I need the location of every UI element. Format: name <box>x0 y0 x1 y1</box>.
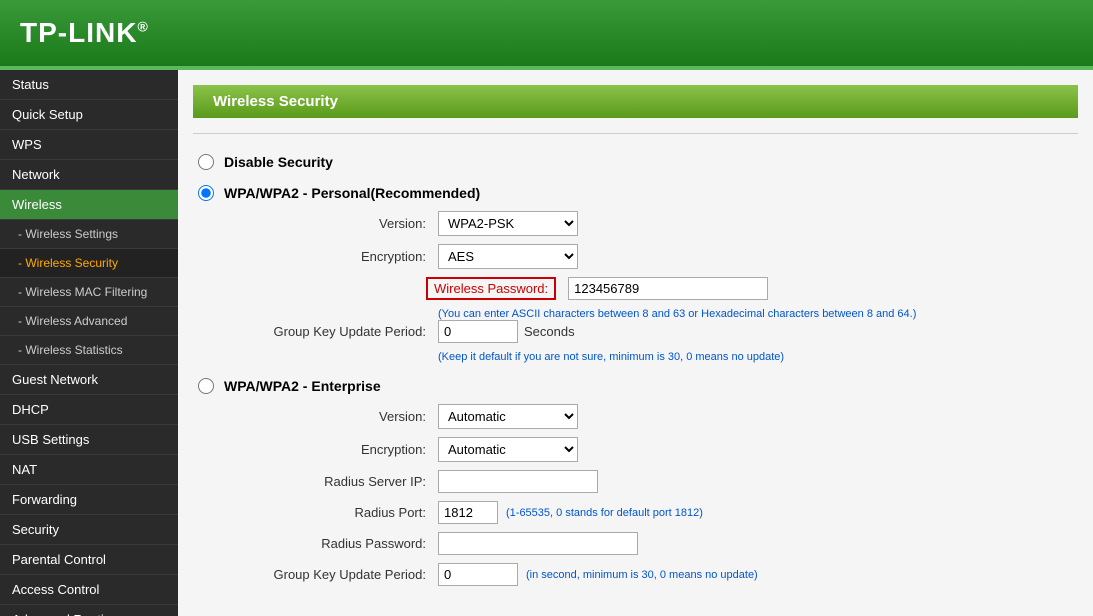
page-title: Wireless Security <box>213 93 338 110</box>
sidebar-item-wireless-mac[interactable]: - Wireless MAC Filtering <box>0 278 178 307</box>
page-title-bar: Wireless Security <box>193 85 1078 118</box>
wpa-enterprise-section: WPA/WPA2 - Enterprise Version: Automatic… <box>198 378 1073 586</box>
divider-top <box>193 133 1078 134</box>
sidebar-item-wireless-security[interactable]: - Wireless Security <box>0 249 178 278</box>
wpa-personal-group-key-row: Group Key Update Period: Seconds <box>198 320 1073 343</box>
wpa-enterprise-group-key-row: Group Key Update Period: (in second, min… <box>198 563 1073 586</box>
radius-port-note: (1-65535, 0 stands for default port 1812… <box>506 507 703 519</box>
sidebar-item-wps[interactable]: WPS <box>0 130 178 160</box>
radius-password-input[interactable] <box>438 532 638 555</box>
wpa-personal-section: WPA/WPA2 - Personal(Recommended) Version… <box>198 185 1073 363</box>
wpa-personal-encryption-row: Encryption: Automatic TKIP AES <box>198 244 1073 269</box>
group-key-note-enterprise: (in second, minimum is 30, 0 means no up… <box>526 569 758 581</box>
group-key-input-enterprise[interactable] <box>438 563 518 586</box>
radius-ip-input[interactable] <box>438 470 598 493</box>
sidebar-item-forwarding[interactable]: Forwarding <box>0 485 178 515</box>
wpa-personal-version-row: Version: Automatic WPA-PSK WPA2-PSK <box>198 211 1073 236</box>
content-body: Disable Security WPA/WPA2 - Personal(Rec… <box>178 144 1093 611</box>
wpa-personal-password-row: Wireless Password: <box>198 277 1073 300</box>
encryption-select-enterprise[interactable]: Automatic TKIP AES <box>438 437 578 462</box>
sidebar-item-guest-network[interactable]: Guest Network <box>0 365 178 395</box>
seconds-label: Seconds <box>524 324 575 339</box>
version-label-personal: Version: <box>238 216 438 231</box>
radius-ip-row: Radius Server IP: <box>198 470 1073 493</box>
sidebar-item-dhcp[interactable]: DHCP <box>0 395 178 425</box>
sidebar-item-network[interactable]: Network <box>0 160 178 190</box>
encryption-label-personal: Encryption: <box>238 249 438 264</box>
version-select-enterprise[interactable]: Automatic WPA WPA2 <box>438 404 578 429</box>
version-label-enterprise: Version: <box>238 409 438 424</box>
encryption-label-enterprise: Encryption: <box>238 442 438 457</box>
main-layout: Status Quick Setup WPS Network Wireless … <box>0 70 1093 616</box>
wpa-enterprise-encryption-row: Encryption: Automatic TKIP AES <box>198 437 1073 462</box>
wireless-password-input[interactable] <box>568 277 768 300</box>
sidebar-item-wireless-advanced[interactable]: - Wireless Advanced <box>0 307 178 336</box>
group-key-note-personal: (Keep it default if you are not sure, mi… <box>198 351 1073 363</box>
sidebar-item-wireless-settings[interactable]: - Wireless Settings <box>0 220 178 249</box>
header: TP-LINK® <box>0 0 1093 70</box>
group-key-label-enterprise: Group Key Update Period: <box>238 567 438 582</box>
disable-security-label[interactable]: Disable Security <box>198 154 1073 170</box>
sidebar-item-wireless-stats[interactable]: - Wireless Statistics <box>0 336 178 365</box>
logo: TP-LINK® <box>20 17 149 49</box>
wpa-enterprise-radio[interactable] <box>198 378 214 394</box>
wpa-personal-radio[interactable] <box>198 185 214 201</box>
content-area: Wireless Security Disable Security WPA/W… <box>178 70 1093 616</box>
sidebar-item-security[interactable]: Security <box>0 515 178 545</box>
radius-port-row: Radius Port: (1-65535, 0 stands for defa… <box>198 501 1073 524</box>
wpa-personal-label[interactable]: WPA/WPA2 - Personal(Recommended) <box>198 185 1073 201</box>
radius-ip-label: Radius Server IP: <box>238 474 438 489</box>
disable-security-radio[interactable] <box>198 154 214 170</box>
sidebar-item-wireless[interactable]: Wireless <box>0 190 178 220</box>
sidebar: Status Quick Setup WPS Network Wireless … <box>0 70 178 616</box>
group-key-input-personal[interactable] <box>438 320 518 343</box>
wpa-enterprise-version-row: Version: Automatic WPA WPA2 <box>198 404 1073 429</box>
password-note: (You can enter ASCII characters between … <box>198 308 1073 320</box>
encryption-select-personal[interactable]: Automatic TKIP AES <box>438 244 578 269</box>
sidebar-item-status[interactable]: Status <box>0 70 178 100</box>
group-key-label-personal: Group Key Update Period: <box>238 324 438 339</box>
radius-password-label: Radius Password: <box>238 536 438 551</box>
wpa-enterprise-label[interactable]: WPA/WPA2 - Enterprise <box>198 378 1073 394</box>
disable-security-section: Disable Security <box>198 154 1073 170</box>
sidebar-item-nat[interactable]: NAT <box>0 455 178 485</box>
sidebar-item-parental-control[interactable]: Parental Control <box>0 545 178 575</box>
sidebar-item-usb-settings[interactable]: USB Settings <box>0 425 178 455</box>
version-select-personal[interactable]: Automatic WPA-PSK WPA2-PSK <box>438 211 578 236</box>
radius-password-row: Radius Password: <box>198 532 1073 555</box>
sidebar-item-access-control[interactable]: Access Control <box>0 575 178 605</box>
sidebar-item-quick-setup[interactable]: Quick Setup <box>0 100 178 130</box>
radius-port-label: Radius Port: <box>238 505 438 520</box>
logo-text: TP-LINK® <box>20 17 149 48</box>
sidebar-item-advanced-routing[interactable]: Advanced Routing <box>0 605 178 616</box>
password-label: Wireless Password: <box>426 277 556 300</box>
radius-port-input[interactable] <box>438 501 498 524</box>
